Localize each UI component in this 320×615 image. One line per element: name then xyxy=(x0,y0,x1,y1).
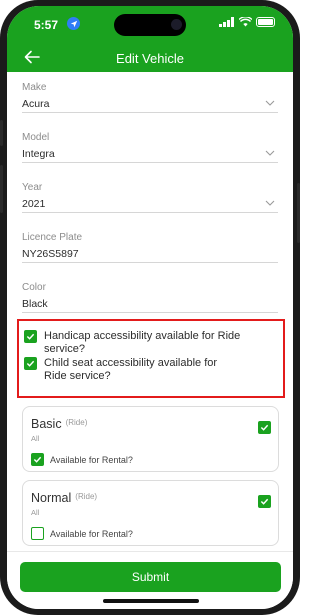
submit-button[interactable]: Submit xyxy=(20,562,281,592)
color-label: Color xyxy=(22,282,46,293)
handicap-accessibility-checkbox[interactable]: Handicap accessibility available for Rid… xyxy=(24,330,244,356)
licence-plate-value: NY26S5897 xyxy=(22,248,79,260)
camera-icon xyxy=(171,19,182,30)
service-type: (Ride) xyxy=(75,492,98,501)
handicap-accessibility-label: Handicap accessibility available for Rid… xyxy=(44,330,241,355)
rental-checkbox[interactable] xyxy=(31,527,44,540)
page-title: Edit Vehicle xyxy=(116,51,184,66)
app-screen: 5:57 Edit Vehicle Make Acura Model Integ… xyxy=(7,6,293,609)
rental-checkbox-row[interactable]: Available for Rental? xyxy=(31,453,133,466)
home-indicator xyxy=(103,599,199,603)
location-arrow-icon xyxy=(67,17,80,30)
model-value: Integra xyxy=(22,148,55,160)
licence-plate-label: Licence Plate xyxy=(22,232,83,243)
rental-label: Available for Rental? xyxy=(50,528,133,539)
service-name: Normal xyxy=(31,491,72,505)
service-name: Basic xyxy=(31,417,62,431)
year-select[interactable]: Year 2021 xyxy=(22,182,278,213)
make-value: Acura xyxy=(22,98,50,110)
year-value: 2021 xyxy=(22,198,46,210)
wifi-icon xyxy=(239,17,252,27)
phone-side-button xyxy=(0,165,3,213)
rental-checkbox[interactable] xyxy=(31,453,44,466)
chevron-down-icon xyxy=(265,200,275,206)
phone-frame: 5:57 Edit Vehicle Make Acura Model Integ… xyxy=(0,0,300,615)
color-field[interactable]: Color Black xyxy=(22,282,278,313)
service-title: Basic (Ride) xyxy=(31,417,87,431)
make-select[interactable]: Make Acura xyxy=(22,82,278,113)
service-select-checkbox[interactable] xyxy=(258,495,271,508)
year-label: Year xyxy=(22,182,43,193)
make-label: Make xyxy=(22,82,47,93)
service-scope: All xyxy=(31,434,40,443)
color-value: Black xyxy=(22,298,48,310)
signal-icon xyxy=(219,17,234,27)
model-label: Model xyxy=(22,132,50,143)
phone-side-button xyxy=(297,183,300,243)
child-seat-accessibility-checkbox[interactable]: Child seat accessibility available for R… xyxy=(24,357,239,383)
licence-plate-field[interactable]: Licence Plate NY26S5897 xyxy=(22,232,278,263)
rental-checkbox-row[interactable]: Available for Rental? xyxy=(31,527,133,540)
service-type: (Ride) xyxy=(65,418,88,427)
rental-label: Available for Rental? xyxy=(50,454,133,465)
phone-side-button xyxy=(0,120,3,146)
checkbox-checked-icon[interactable] xyxy=(24,330,37,343)
service-title: Normal (Ride) xyxy=(31,491,97,505)
checkbox-checked-icon[interactable] xyxy=(24,357,37,370)
service-select-checkbox[interactable] xyxy=(258,421,271,434)
status-time: 5:57 xyxy=(34,18,59,32)
service-scope: All xyxy=(31,508,40,517)
app-header: 5:57 Edit Vehicle xyxy=(7,6,293,72)
model-select[interactable]: Model Integra xyxy=(22,132,278,163)
status-indicators xyxy=(219,17,275,27)
child-seat-accessibility-label: Child seat accessibility available for R… xyxy=(44,357,218,382)
chevron-down-icon xyxy=(265,150,275,156)
service-card-basic[interactable]: Basic (Ride) All Available for Rental? xyxy=(22,406,279,472)
battery-icon xyxy=(256,17,275,27)
chevron-down-icon xyxy=(265,100,275,106)
service-card-normal[interactable]: Normal (Ride) All Available for Rental? xyxy=(22,480,279,546)
